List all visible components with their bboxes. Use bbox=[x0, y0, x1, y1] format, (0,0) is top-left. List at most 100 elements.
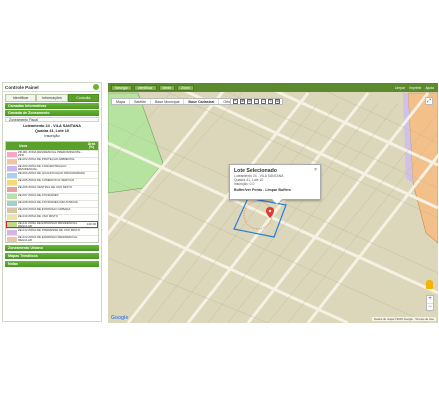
lote-info: Loteamento 24 - VILA SANTANA Quadra 41, … bbox=[5, 124, 99, 139]
tab-mapa[interactable]: Mapa bbox=[112, 99, 130, 104]
legend-area bbox=[85, 172, 98, 178]
accordion-zoneamento-urbano[interactable]: Zoneamento Urbano bbox=[5, 245, 99, 252]
legend-name: ZE-006 ZONA CENTRAL DE USO MISTO bbox=[18, 186, 73, 190]
tab-base-municipal[interactable]: Base Municipal bbox=[151, 99, 185, 104]
legend-name: ZE-010 ZONA DE USO MISTO bbox=[18, 214, 58, 218]
legend-row[interactable]: ZE-013 ZONA DE EXPANSÃO RESIDENCIAL REGU… bbox=[6, 235, 98, 242]
toolbar-navegar-button[interactable]: Navegar bbox=[111, 84, 132, 91]
legend-area bbox=[85, 186, 98, 192]
close-icon[interactable]: × bbox=[314, 167, 317, 173]
toolbar-imprimir-link[interactable]: Imprimir bbox=[409, 86, 421, 90]
zoom-in-tool-icon[interactable]: ⊕ bbox=[240, 99, 245, 104]
legend-swatch bbox=[6, 215, 17, 221]
accordion-camadas-informativas[interactable]: Camadas Informativas bbox=[5, 103, 99, 109]
legend-swatch bbox=[6, 201, 17, 207]
legend-row[interactable]: ZE-003 ZONA DE CONCENTRAÇÃO RESIDENCIAL bbox=[6, 164, 98, 171]
legend-row[interactable]: ZE-011 ZONA DE EXPANSÃO RESIDENCIAL REGU… bbox=[6, 220, 98, 229]
panel-title: Controle Painel bbox=[5, 84, 39, 90]
tab-satelite[interactable]: Satélite bbox=[130, 99, 151, 104]
legend-name: ZE-012 ZONA DE INTERESSE DE USO MISTO bbox=[18, 229, 80, 233]
tab-consulta[interactable]: Consulta bbox=[67, 94, 99, 102]
legend-name: ZE-009 ZONA DE EXPANSÃO URBANA bbox=[18, 207, 71, 211]
legend-swatch bbox=[6, 194, 17, 200]
map-canvas[interactable]: Navegar Identificar Medir Zoom Limpar Im… bbox=[108, 83, 438, 323]
legend-area bbox=[85, 194, 98, 200]
legend-area bbox=[85, 201, 98, 207]
popup-actions-link[interactable]: Buffer/ver Ponto - Limpar Buffers bbox=[234, 188, 316, 192]
popup-line-3: Inscrição: 0-0 bbox=[234, 182, 255, 186]
zoom-out-tool-icon[interactable]: ⊖ bbox=[247, 99, 252, 104]
panel-header: Controle Painel bbox=[3, 83, 101, 92]
tab-informacoes[interactable]: Informações bbox=[36, 94, 68, 102]
lote-popup: Lote Selecionado × Loteamento 24 - VILA … bbox=[229, 164, 321, 204]
legend-swatch bbox=[6, 158, 17, 164]
toolbar-right: Limpar Imprimir Ajuda bbox=[395, 86, 438, 90]
map-tools: ↖ ⊕ ⊖ ⇔ □ ✎ ⊞ bbox=[230, 98, 283, 105]
map-toolbar: Navegar Identificar Medir Zoom Limpar Im… bbox=[108, 83, 438, 92]
pan-tool-icon[interactable]: ⇔ bbox=[254, 99, 259, 104]
legend-area bbox=[85, 179, 98, 185]
legend-name: ZE-008 ZONA DE ATIVIDADES INDUSTRIAIS bbox=[18, 200, 78, 204]
legend-row[interactable]: ZE-005 ZONA DE COMÉRCIO E SERVIÇO bbox=[6, 178, 98, 185]
legend-name: ZE-005 ZONA DE COMÉRCIO E SERVIÇO bbox=[18, 179, 75, 183]
control-panel: Controle Painel Identificar Informações … bbox=[2, 82, 102, 322]
legend-row[interactable]: ZE-008 ZONA DE ATIVIDADES INDUSTRIAIS bbox=[6, 199, 98, 207]
app-root: Controle Painel Identificar Informações … bbox=[0, 0, 439, 404]
toolbar-limpar-link[interactable]: Limpar bbox=[395, 86, 405, 90]
accordion-camada-zoneamento[interactable]: Camada de Zoneamento bbox=[5, 110, 99, 116]
tab-base-cadastral[interactable]: Base Cadastral bbox=[184, 99, 220, 104]
panel-collapse-icon[interactable] bbox=[93, 84, 99, 90]
grid-tool-icon[interactable]: ⊞ bbox=[275, 99, 280, 104]
legend-row[interactable]: ZE-002 ZONA DE PROTEÇÃO AMBIENTAL bbox=[6, 157, 98, 164]
toolbar-ajuda-link[interactable]: Ajuda bbox=[425, 86, 434, 90]
legend-swatch bbox=[6, 229, 17, 235]
legend-row[interactable]: ZE-004 ZONA DE QUALIFICAÇÃO PROGRAMADA bbox=[6, 171, 98, 178]
legend-swatch bbox=[6, 151, 17, 157]
toolbar-zoom-button[interactable]: Zoom bbox=[177, 84, 194, 91]
fullscreen-icon[interactable]: ⤢ bbox=[425, 97, 433, 105]
street-view-icon[interactable] bbox=[426, 280, 433, 289]
legend-area bbox=[85, 215, 98, 221]
legend-area bbox=[85, 208, 98, 214]
toolbar-medir-button[interactable]: Medir bbox=[158, 84, 176, 91]
subsection-zoneamento-fiscal[interactable]: Zoneamento Fiscal bbox=[5, 117, 99, 122]
legend-area bbox=[85, 229, 98, 235]
rectangle-tool-icon[interactable]: □ bbox=[261, 99, 266, 104]
legend-swatch bbox=[6, 165, 17, 171]
legend-swatch bbox=[6, 236, 17, 242]
legend-area bbox=[85, 165, 98, 171]
legend-row[interactable]: ZE-012 ZONA DE INTERESSE DE USO MISTO bbox=[6, 228, 98, 235]
accordion-notas[interactable]: Notas bbox=[5, 261, 99, 268]
legend-header-area: Área (%) bbox=[87, 141, 96, 149]
legend-row[interactable]: ZE-007 ZONA DE ATIVIDADES bbox=[6, 192, 98, 200]
legend-row[interactable]: ZE-010 ZONA DE USO MISTO bbox=[6, 213, 98, 221]
legend-swatch bbox=[6, 222, 17, 228]
zoom-controls: + − bbox=[426, 295, 434, 311]
legend-name: ZE-002 ZONA DE PROTEÇÃO AMBIENTAL bbox=[18, 158, 75, 162]
legend-area bbox=[85, 151, 98, 157]
legend-name: ZE-013 ZONA DE EXPANSÃO RESIDENCIAL REGU… bbox=[18, 236, 78, 243]
legend-name: ZE-003 ZONA DE CONCENTRAÇÃO RESIDENCIAL bbox=[18, 165, 67, 172]
draw-tool-icon[interactable]: ✎ bbox=[268, 99, 273, 104]
zoom-out-button[interactable]: − bbox=[427, 303, 433, 310]
legend-row[interactable]: ZE-009 ZONA DE EXPANSÃO URBANA bbox=[6, 206, 98, 214]
zoom-in-button[interactable]: + bbox=[427, 296, 433, 303]
legend-swatch bbox=[6, 208, 17, 214]
legend-row[interactable]: ZE-006 ZONA CENTRAL DE USO MISTO bbox=[6, 185, 98, 193]
legend-swatch bbox=[6, 179, 17, 185]
legend-swatch bbox=[6, 186, 17, 193]
toolbar-identificar-button[interactable]: Identificar bbox=[133, 84, 157, 91]
tab-identificar[interactable]: Identificar bbox=[5, 94, 37, 102]
google-logo: Google bbox=[111, 315, 129, 321]
legend-name: ZE-011 ZONA DE EXPANSÃO RESIDENCIAL REGU… bbox=[18, 221, 78, 229]
legend-name: ZR-001 ZONA RESIDENCIAL PREDOMINANTE - Z… bbox=[18, 151, 83, 158]
lote-line-3: Inscrição bbox=[44, 134, 60, 138]
select-tool-icon[interactable]: ↖ bbox=[233, 99, 238, 104]
legend-area: 100,00 bbox=[86, 222, 97, 227]
accordion-mapas-tematicos[interactable]: Mapas Temáticos bbox=[5, 253, 99, 260]
legend-row[interactable]: ZR-001 ZONA RESIDENCIAL PREDOMINANTE - Z… bbox=[6, 150, 98, 157]
legend-area bbox=[85, 236, 98, 242]
map-attribution[interactable]: Dados do mapa ©2015 Google · Termos de U… bbox=[372, 317, 436, 321]
zoning-legend-table: Usos Área (%) ZR-001 ZONA RESIDENCIAL PR… bbox=[5, 141, 99, 244]
panel-tabs: Identificar Informações Consulta bbox=[5, 94, 99, 102]
